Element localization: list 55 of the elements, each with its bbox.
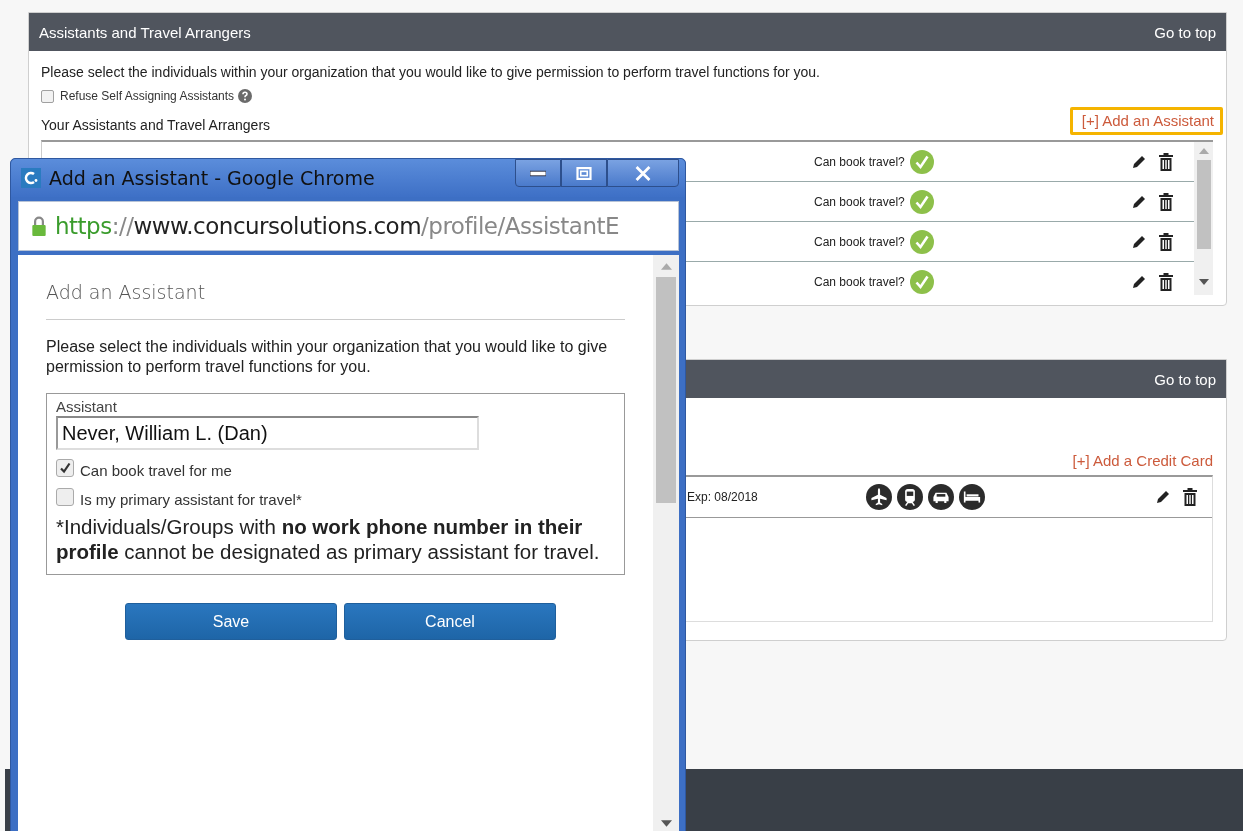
permission-label: Can book travel? xyxy=(814,234,905,249)
refuse-checkbox[interactable] xyxy=(41,89,54,103)
option-label: Is my primary assistant for travel* xyxy=(80,491,302,508)
add-credit-card-link[interactable]: [+] Add a Credit Card xyxy=(1063,450,1213,472)
section-title: Assistants and Travel Arrangers xyxy=(39,23,251,41)
dialog-heading: Add an Assistant xyxy=(46,281,207,303)
permission-label: Can book travel? xyxy=(814,154,905,169)
trash-icon[interactable] xyxy=(1158,152,1173,171)
url-text: https://www.concursolutions.com/profile/AssistantE xyxy=(55,213,620,239)
window-title: Add an Assistant - Google Chrome xyxy=(49,167,376,189)
help-icon[interactable] xyxy=(238,89,253,103)
checkbox-label: Refuse Self Assigning Assistants xyxy=(60,89,235,103)
trash-icon[interactable] xyxy=(1158,192,1173,211)
trash-icon[interactable] xyxy=(1158,232,1173,251)
address-bar[interactable]: https://www.concursolutions.com/profile/AssistantE xyxy=(18,201,679,251)
bed-icon xyxy=(958,484,985,510)
pencil-icon[interactable] xyxy=(1154,489,1171,505)
trash-icon[interactable] xyxy=(1158,272,1173,291)
save-button[interactable]: Save xyxy=(125,603,337,640)
maximize-button[interactable] xyxy=(561,159,607,187)
lock-icon xyxy=(31,216,47,236)
minimize-button[interactable] xyxy=(515,159,561,187)
permission-label: Can book travel? xyxy=(814,194,905,209)
pencil-icon[interactable] xyxy=(1130,273,1147,290)
permission-label: Can book travel? xyxy=(814,274,905,289)
cancel-button[interactable]: Cancel xyxy=(344,603,556,640)
scrollbar[interactable] xyxy=(653,255,679,831)
dialog-intro: Please select the individuals within your organization that you would like to give permission to perform travel functions for you. xyxy=(46,337,609,377)
close-button[interactable] xyxy=(607,159,679,187)
app-icon xyxy=(21,168,41,188)
pencil-icon[interactable] xyxy=(1130,153,1147,170)
pencil-icon[interactable] xyxy=(1130,193,1147,210)
maximize-icon xyxy=(576,166,592,180)
note-text: *Individuals/Groups with no work phone number in their profile cannot be designated as primary assistant for travel. xyxy=(56,514,601,564)
trash-icon[interactable] xyxy=(1182,488,1197,506)
train-icon xyxy=(896,484,923,510)
option-checkbox[interactable] xyxy=(56,458,74,477)
expiry-text: Exp: 08/2018 xyxy=(687,490,758,504)
minimize-icon xyxy=(530,169,546,177)
scroll-down-icon[interactable] xyxy=(660,820,672,827)
field-label: Assistant xyxy=(56,398,118,415)
scrollbar[interactable] xyxy=(1194,142,1213,295)
pencil-icon[interactable] xyxy=(1130,233,1147,250)
option-checkbox[interactable] xyxy=(56,487,74,506)
scroll-down-icon[interactable] xyxy=(1198,279,1209,285)
close-icon xyxy=(634,165,652,181)
option-label: Can book travel for me xyxy=(80,462,232,479)
list-label: Your Assistants and Travel Arrangers xyxy=(41,117,271,135)
go-to-top-link[interactable]: Go to top xyxy=(1154,23,1216,41)
assistant-input[interactable]: Never, William L. (Dan) xyxy=(56,416,479,450)
plane-icon xyxy=(865,484,892,510)
intro-text: Please select the individuals within your organization that you would like to give permission to perform travel functions for you. xyxy=(41,64,821,81)
car-icon xyxy=(927,484,954,510)
go-to-top-link[interactable]: Go to top xyxy=(1154,370,1216,388)
add-assistant-link[interactable]: [+] Add an Assistant xyxy=(1069,107,1223,135)
